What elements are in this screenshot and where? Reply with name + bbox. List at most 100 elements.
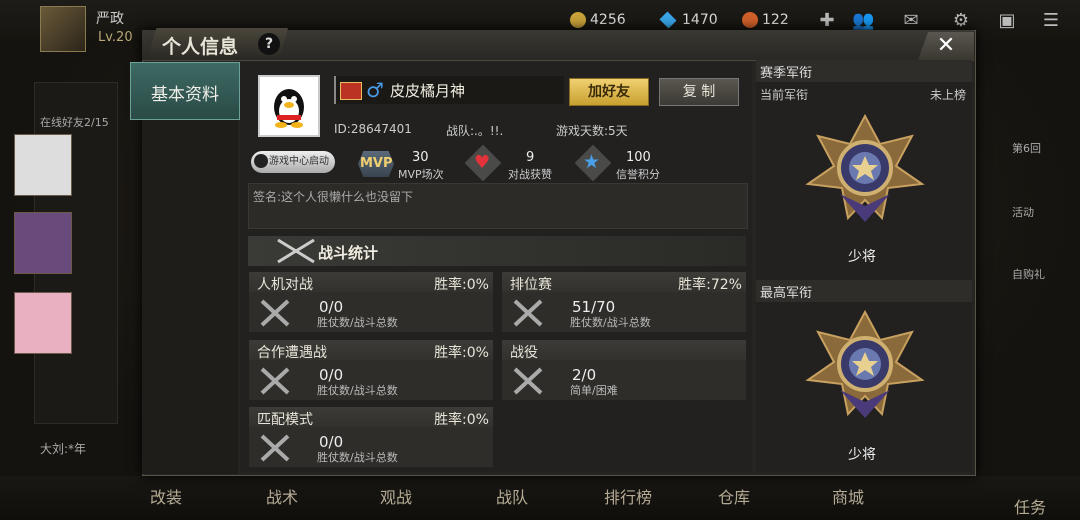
star-icon: ★ — [583, 151, 601, 173]
ticket-value: 122 — [762, 12, 789, 28]
tab-label: 基本资料 — [151, 85, 219, 105]
player-avatar[interactable] — [40, 6, 86, 52]
card-title: 排位赛 — [510, 277, 552, 293]
mvp-label: MVP — [360, 156, 393, 171]
player-level: Lv.20 — [98, 30, 133, 45]
dialog-title: 个人信息 — [162, 36, 239, 58]
season-rank-header: 赛季军衔 — [756, 60, 972, 82]
crossed-swords-icon — [260, 299, 290, 327]
card-caption: 胜仗数/战斗总数 — [317, 384, 398, 397]
card-winrate: 胜率:0% — [434, 277, 489, 293]
ticket-icon — [742, 12, 758, 28]
profile-avatar[interactable] — [258, 75, 320, 137]
card-winrate: 胜率:72% — [678, 277, 742, 293]
mail-icon[interactable]: ✉ — [900, 10, 922, 32]
rank-medal-icon — [805, 114, 925, 222]
mvp-value: 30 — [412, 150, 429, 165]
mvp-caption: MVP场次 — [398, 168, 444, 181]
gear-icon[interactable]: ⚙ — [950, 10, 972, 32]
heart-icon: ♥ — [474, 152, 491, 173]
friend-card[interactable] — [14, 134, 72, 196]
team-flag-icon — [340, 82, 362, 100]
copy-button[interactable]: 复 制 — [659, 78, 739, 106]
friend-card[interactable] — [14, 292, 72, 354]
card-winrate: 胜率:0% — [434, 412, 489, 428]
add-friend-button[interactable]: 加好友 — [569, 78, 649, 106]
current-rank-label: 当前军衔 — [760, 88, 809, 102]
credit-caption: 信誉积分 — [616, 168, 660, 181]
play-days: 游戏天数:5天 — [556, 124, 628, 138]
battle-stats-title: 战斗统计 — [318, 244, 379, 262]
gold-counter[interactable]: 4256 — [570, 12, 626, 28]
signature-text: 签名:这个人很懒什么也没留下 — [253, 190, 414, 204]
crossed-swords-icon — [260, 434, 290, 462]
nav-item[interactable]: 战术 — [266, 484, 298, 508]
card-winrate: 胜率:0% — [434, 345, 489, 361]
battle-stats-header: 战斗统计 — [248, 236, 746, 266]
help-icon[interactable]: ? — [258, 33, 280, 55]
highest-rank-medal-icon — [805, 310, 925, 418]
right-side-label[interactable]: 活动 — [1012, 204, 1034, 220]
stat-card-ranked: 排位赛 胜率:72% 51/70 胜仗数/战斗总数 — [502, 272, 746, 332]
likes-value: 9 — [526, 150, 535, 165]
stat-card-match: 匹配模式 胜率:0% 0/0 胜仗数/战斗总数 — [249, 407, 493, 467]
signature-box: 签名:这个人很懒什么也没留下 — [248, 183, 748, 229]
side-column — [142, 118, 238, 474]
card-title: 匹配模式 — [257, 412, 313, 428]
card-title: 人机对战 — [257, 277, 313, 293]
ticket-counter[interactable]: 122 — [742, 12, 789, 28]
card-caption: 简单/困难 — [570, 384, 618, 397]
crossed-rifles-icon — [277, 238, 315, 264]
card-caption: 胜仗数/战斗总数 — [317, 316, 398, 329]
game-center-icon — [254, 154, 268, 168]
stat-card-coop: 合作遭遇战 胜率:0% 0/0 胜仗数/战斗总数 — [249, 340, 493, 400]
nav-item[interactable]: 商城 — [832, 484, 864, 508]
current-rank-status: 未上榜 — [930, 88, 967, 102]
card-caption: 胜仗数/战斗总数 — [317, 451, 398, 464]
right-side-label[interactable]: 第6回 — [1012, 140, 1041, 156]
crossed-swords-icon — [513, 367, 543, 395]
highest-rank-label: 最高军衔 — [760, 286, 813, 301]
right-side-label[interactable]: 自购礼 — [1012, 266, 1045, 282]
stat-card-campaign: 战役 2/0 简单/困难 — [502, 340, 746, 400]
card-title: 战役 — [510, 345, 538, 361]
tab-basic-info[interactable]: 基本资料 — [130, 62, 240, 120]
gold-value: 4256 — [590, 12, 626, 28]
event-icon[interactable]: ▣ — [996, 10, 1018, 32]
nickname: 皮皮橘月神 — [390, 82, 466, 100]
male-icon: ♂ — [366, 78, 384, 102]
game-center-button[interactable]: 游戏中心启动 — [251, 151, 335, 173]
player-name: 严政 — [96, 11, 124, 27]
qq-penguin-icon — [274, 89, 304, 128]
credit-value: 100 — [626, 150, 651, 165]
likes-caption: 对战获赞 — [508, 168, 552, 181]
diamond-counter[interactable]: 1470 — [659, 11, 718, 29]
friend-card[interactable] — [14, 212, 72, 274]
crossed-swords-icon — [513, 299, 543, 327]
nav-item[interactable]: 改装 — [150, 484, 182, 508]
nav-item[interactable]: 仓库 — [718, 484, 750, 508]
team-name: 战队:.。!!. — [446, 124, 504, 138]
current-rank-name: 少将 — [848, 249, 876, 265]
highest-rank-name: 少将 — [848, 447, 876, 463]
diamond-icon — [659, 11, 677, 29]
nav-item[interactable]: 排行榜 — [604, 484, 652, 508]
highest-rank-header: 最高军衔 — [756, 280, 972, 302]
chat-preview[interactable]: 大刘:*年 — [40, 440, 86, 457]
nav-item[interactable]: 战队 — [496, 484, 528, 508]
menu-icon[interactable]: ☰ — [1040, 10, 1062, 32]
diamond-value: 1470 — [682, 12, 718, 28]
gold-icon — [570, 12, 586, 28]
online-friends-label: 在线好友2/15 — [40, 116, 109, 129]
nav-item[interactable]: 观战 — [380, 484, 412, 508]
friends-icon[interactable]: 👥 — [852, 10, 874, 32]
game-center-label: 游戏中心启动 — [269, 156, 329, 167]
add-icon[interactable]: ✚ — [816, 10, 838, 32]
nav-item[interactable]: 任务 — [1014, 494, 1046, 518]
crossed-swords-icon — [260, 367, 290, 395]
player-id: ID:28647401 — [334, 122, 412, 136]
season-rank-title: 赛季军衔 — [760, 66, 813, 81]
card-title: 合作遭遇战 — [257, 345, 327, 361]
stat-card-pve: 人机对战 胜率:0% 0/0 胜仗数/战斗总数 — [249, 272, 493, 332]
card-caption: 胜仗数/战斗总数 — [570, 316, 651, 329]
